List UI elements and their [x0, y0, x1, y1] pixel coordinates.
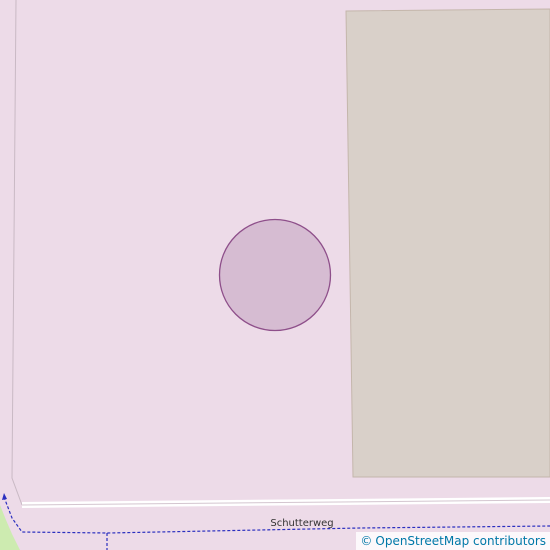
attribution-bar: © OpenStreetMap contributors: [356, 532, 550, 550]
building[interactable]: [345, 8, 550, 478]
map-view[interactable]: Schutterweg © OpenStreetMap contributors: [0, 0, 550, 550]
attribution-link[interactable]: OpenStreetMap contributors: [375, 534, 546, 548]
copyright-symbol: ©: [360, 534, 373, 548]
street-label: Schutterweg: [270, 518, 333, 529]
location-marker[interactable]: [218, 218, 332, 332]
map-canvas: Schutterweg: [0, 0, 550, 550]
